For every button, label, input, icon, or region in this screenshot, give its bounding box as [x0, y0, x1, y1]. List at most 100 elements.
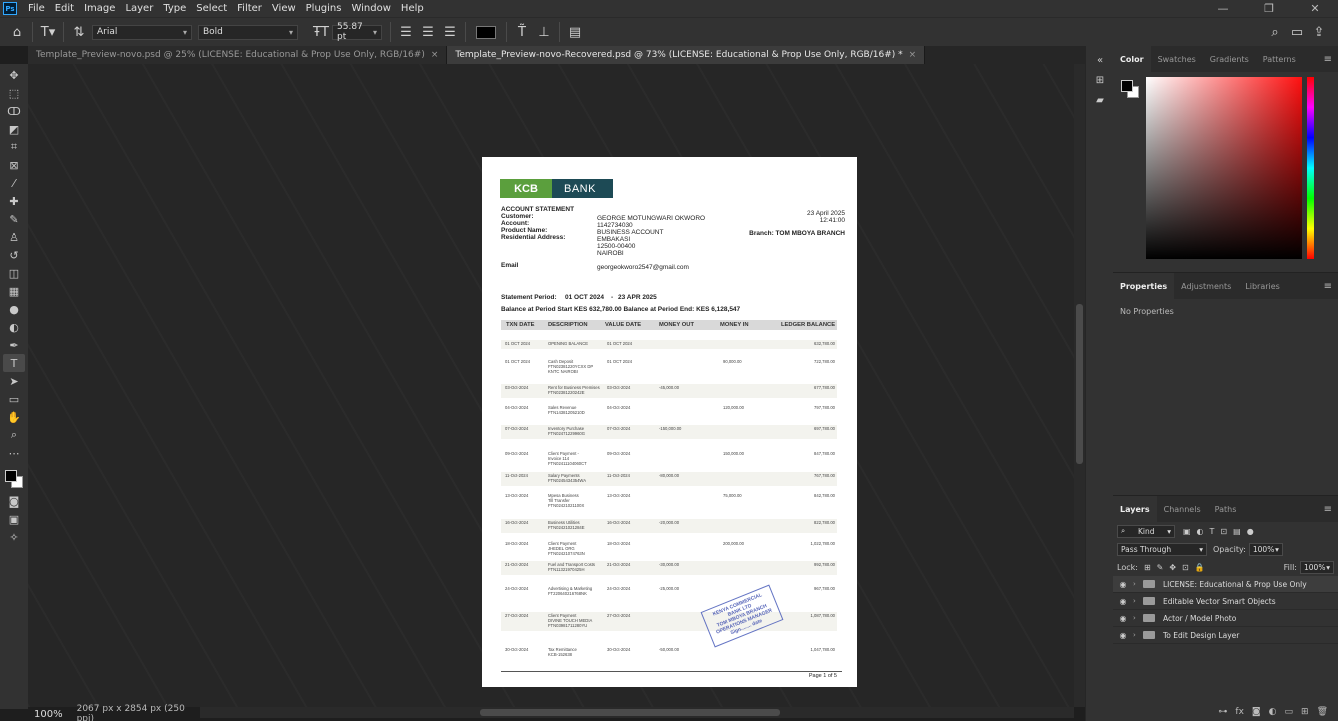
- horizontal-scrollbar[interactable]: [200, 707, 1074, 718]
- layer-kind-select[interactable]: ⌕ Kind ▾: [1117, 524, 1175, 538]
- add-mask-icon[interactable]: ◙: [1252, 707, 1261, 717]
- menu-image[interactable]: Image: [79, 3, 120, 14]
- lasso-tool-icon[interactable]: ↀ: [3, 102, 25, 120]
- link-layers-icon[interactable]: ⊶: [1218, 707, 1227, 717]
- history-panel-icon[interactable]: ⊞: [1086, 70, 1114, 90]
- visibility-eye-icon[interactable]: ◉: [1113, 631, 1133, 640]
- scroll-thumb[interactable]: [480, 709, 780, 716]
- panel-menu-icon[interactable]: ≡: [1324, 504, 1338, 515]
- path-select-icon[interactable]: ➤: [3, 372, 25, 390]
- eraser-tool-icon[interactable]: ◫: [3, 264, 25, 282]
- layer-filter-icons[interactable]: ▣◐T⊡▤●: [1183, 527, 1260, 536]
- rectangle-tool-icon[interactable]: ▭: [3, 390, 25, 408]
- tab-patterns[interactable]: Patterns: [1256, 46, 1303, 72]
- new-layer-icon[interactable]: ⊞: [1301, 707, 1309, 717]
- close-icon[interactable]: ✕: [1292, 2, 1338, 15]
- color-picker-field[interactable]: [1146, 77, 1302, 259]
- comments-panel-icon[interactable]: ▰: [1086, 90, 1114, 110]
- menu-type[interactable]: Type: [158, 3, 191, 14]
- font-family-select[interactable]: Arial ▾: [92, 24, 192, 40]
- vertical-scrollbar[interactable]: [1074, 64, 1085, 707]
- tab-swatches[interactable]: Swatches: [1151, 46, 1203, 72]
- frame-tool-icon[interactable]: ⊠: [3, 156, 25, 174]
- warp-text-icon[interactable]: T̃: [511, 21, 533, 43]
- layer-row[interactable]: ◉ › To Edit Design Layer: [1113, 627, 1338, 644]
- move-tool-icon[interactable]: ✥: [3, 66, 25, 84]
- menu-select[interactable]: Select: [191, 3, 232, 14]
- home-icon[interactable]: ⌂: [6, 21, 28, 43]
- generative-icon[interactable]: ✧: [3, 528, 25, 546]
- close-icon[interactable]: ×: [431, 50, 439, 60]
- orientation-toggle-icon[interactable]: ⇅: [68, 21, 90, 43]
- hand-tool-icon[interactable]: ✋: [3, 408, 25, 426]
- menu-layer[interactable]: Layer: [120, 3, 158, 14]
- quick-mask-icon[interactable]: ◙: [3, 492, 25, 510]
- healing-brush-icon[interactable]: ✚: [3, 192, 25, 210]
- visibility-eye-icon[interactable]: ◉: [1113, 597, 1133, 606]
- clone-stamp-icon[interactable]: ♙: [3, 228, 25, 246]
- close-icon[interactable]: ×: [909, 50, 917, 60]
- blur-tool-icon[interactable]: ●: [3, 300, 25, 318]
- foreground-color[interactable]: [1121, 80, 1133, 92]
- restore-icon[interactable]: ❐: [1246, 2, 1292, 15]
- menu-window[interactable]: Window: [346, 3, 395, 14]
- zoom-level[interactable]: 100%: [34, 709, 63, 720]
- screen-mode-icon[interactable]: ▣: [3, 510, 25, 528]
- expand-arrow-icon[interactable]: ›: [1133, 580, 1143, 588]
- text-color-swatch[interactable]: [476, 25, 496, 39]
- tab-layers[interactable]: Layers: [1113, 496, 1157, 522]
- align-center-icon[interactable]: ☰: [417, 21, 439, 43]
- tab-libraries[interactable]: Libraries: [1238, 273, 1287, 299]
- color-swatches[interactable]: [3, 466, 25, 492]
- tab-adjustments[interactable]: Adjustments: [1174, 273, 1238, 299]
- hue-slider[interactable]: [1307, 77, 1314, 259]
- menu-filter[interactable]: Filter: [232, 3, 267, 14]
- align-right-icon[interactable]: ☰: [439, 21, 461, 43]
- document-page[interactable]: KCB BANK ACCOUNT STATEMENT Customer: Acc…: [482, 157, 857, 687]
- foreground-color[interactable]: [5, 470, 17, 482]
- tab-color[interactable]: Color: [1113, 46, 1151, 72]
- lock-icons[interactable]: ⊞✎✥⊡🔒: [1144, 563, 1211, 572]
- layer-row[interactable]: ◉ › Editable Vector Smart Objects: [1113, 593, 1338, 610]
- search-icon[interactable]: ⌕: [1264, 21, 1286, 43]
- fx-icon[interactable]: fx: [1235, 707, 1244, 717]
- tab-properties[interactable]: Properties: [1113, 273, 1175, 299]
- scroll-thumb[interactable]: [1076, 304, 1083, 464]
- expand-arrow-icon[interactable]: ›: [1133, 631, 1143, 639]
- history-brush-icon[interactable]: ↺: [3, 246, 25, 264]
- layer-row[interactable]: ◉ › LICENSE: Educational & Prop Use Only: [1113, 576, 1338, 593]
- adjustment-layer-icon[interactable]: ◐: [1269, 707, 1277, 717]
- layer-row[interactable]: ◉ › Actor / Model Photo: [1113, 610, 1338, 627]
- fill-input[interactable]: 100% ▾: [1300, 560, 1334, 574]
- collapse-icon[interactable]: «: [1086, 50, 1114, 70]
- doc-tab-2[interactable]: Template_Preview-novo-Recovered.psd @ 73…: [447, 46, 926, 64]
- expand-arrow-icon[interactable]: ›: [1133, 614, 1143, 622]
- object-select-tool-icon[interactable]: ◩: [3, 120, 25, 138]
- dodge-tool-icon[interactable]: ◐: [3, 318, 25, 336]
- tab-paths[interactable]: Paths: [1208, 496, 1244, 522]
- workspace-icon[interactable]: ▭: [1286, 21, 1308, 43]
- menu-help[interactable]: Help: [396, 3, 429, 14]
- new-group-icon[interactable]: ▭: [1285, 707, 1294, 717]
- menu-view[interactable]: View: [267, 3, 301, 14]
- delete-layer-icon[interactable]: 🗑: [1317, 707, 1328, 717]
- menu-plugins[interactable]: Plugins: [301, 3, 347, 14]
- menu-file[interactable]: File: [23, 3, 50, 14]
- 3d-text-icon[interactable]: ⊥: [533, 21, 555, 43]
- marquee-tool-icon[interactable]: ⬚: [3, 84, 25, 102]
- eyedropper-tool-icon[interactable]: ⁄: [3, 174, 25, 192]
- gradient-tool-icon[interactable]: ▦: [3, 282, 25, 300]
- visibility-eye-icon[interactable]: ◉: [1113, 614, 1133, 623]
- font-size-select[interactable]: 55.87 pt ▾: [332, 22, 382, 42]
- opacity-input[interactable]: 100% ▾: [1248, 542, 1283, 556]
- more-tools-icon[interactable]: ⋯: [3, 444, 25, 462]
- character-panel-icon[interactable]: ▤: [564, 21, 586, 43]
- zoom-tool-icon[interactable]: ⌕: [3, 426, 25, 444]
- visibility-eye-icon[interactable]: ◉: [1113, 580, 1133, 589]
- align-left-icon[interactable]: ☰: [395, 21, 417, 43]
- blend-mode-select[interactable]: Pass Through ▾: [1117, 542, 1207, 556]
- doc-tab-1[interactable]: Template_Preview-novo.psd @ 25% (LICENSE…: [28, 46, 448, 64]
- font-style-select[interactable]: Bold ▾: [198, 24, 298, 40]
- expand-arrow-icon[interactable]: ›: [1133, 597, 1143, 605]
- tab-channels[interactable]: Channels: [1157, 496, 1208, 522]
